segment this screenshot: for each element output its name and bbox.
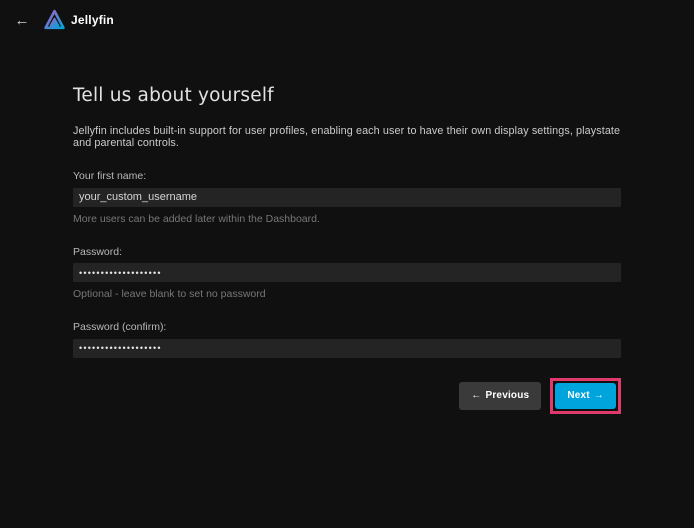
previous-arrow-icon: ← [471,390,481,401]
back-arrow-icon: ← [15,12,30,29]
back-button[interactable]: ← [10,8,34,32]
password-confirm-label: Password (confirm): [73,321,621,333]
first-name-label: Your first name: [73,170,621,182]
password-confirm-input[interactable] [73,339,621,358]
password-label: Password: [73,246,621,258]
first-name-input[interactable] [73,188,621,207]
password-confirm-field: Password (confirm): [73,321,621,358]
next-button[interactable]: Next → [555,383,616,409]
password-field: Password: Optional - leave blank to set … [73,246,621,301]
password-input[interactable] [73,263,621,282]
header: ← Jellyfin [0,0,694,40]
password-helper: Optional - leave blank to set no passwor… [73,288,621,300]
app-name: Jellyfin [71,13,114,27]
next-button-highlight: Next → [550,378,621,414]
previous-button-label: Previous [485,390,529,401]
jellyfin-logo-icon [42,8,67,33]
wizard-user-page: Tell us about yourself Jellyfin includes… [73,40,621,414]
page-title: Tell us about yourself [73,85,621,106]
previous-button[interactable]: ← Previous [459,382,541,410]
first-name-field: Your first name: More users can be added… [73,170,621,225]
next-arrow-icon: → [594,390,604,401]
jellyfin-logo: Jellyfin [42,8,114,33]
wizard-button-row: ← Previous Next → [73,378,621,414]
page-description: Jellyfin includes built-in support for u… [73,125,621,149]
first-name-helper: More users can be added later within the… [73,213,621,225]
next-button-label: Next [567,390,589,401]
